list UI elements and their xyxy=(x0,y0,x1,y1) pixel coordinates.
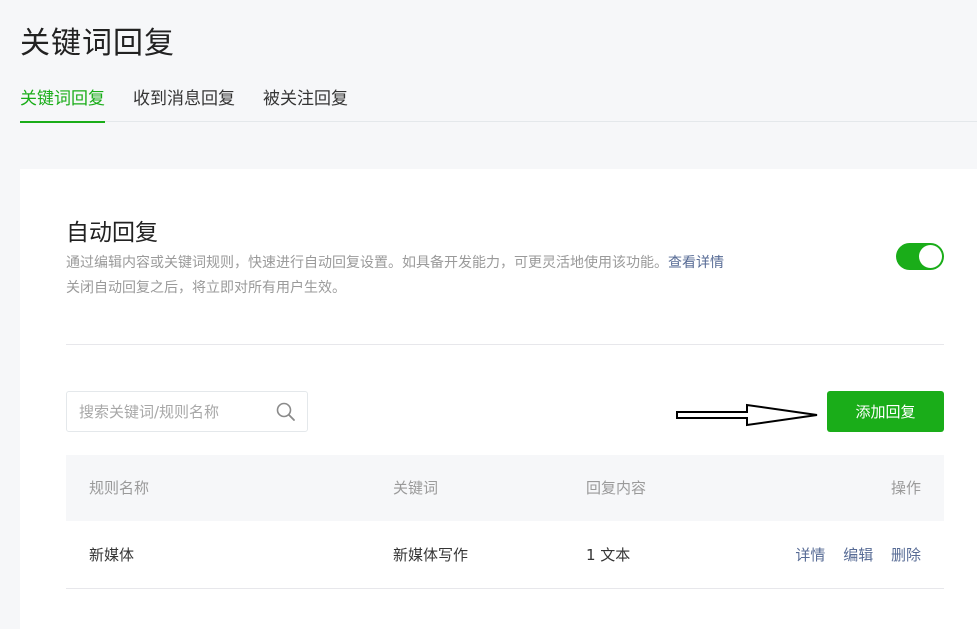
header-actions: 操作 xyxy=(890,479,921,497)
auto-reply-toggle[interactable] xyxy=(896,243,944,270)
table-header: 规则名称 关键词 回复内容 操作 xyxy=(66,455,944,521)
delete-link[interactable]: 删除 xyxy=(891,546,921,564)
content-card: 自动回复 通过编辑内容或关键词规则，快速进行自动回复设置。如具备开发能力，可更灵… xyxy=(20,169,977,629)
toggle-knob xyxy=(919,245,942,268)
tab-bar: 关键词回复 收到消息回复 被关注回复 xyxy=(20,84,977,123)
search-input[interactable] xyxy=(67,392,267,431)
rules-table: 规则名称 关键词 回复内容 操作 新媒体 新媒体写作 1 文本 详情 编辑 删除 xyxy=(66,455,944,589)
search-box xyxy=(66,391,308,432)
divider xyxy=(66,344,944,345)
cell-keyword: 新媒体写作 xyxy=(393,546,469,564)
cell-reply-content: 1 文本 xyxy=(586,546,631,564)
tab-keyword-reply[interactable]: 关键词回复 xyxy=(20,84,105,123)
table-row: 新媒体 新媒体写作 1 文本 详情 编辑 删除 xyxy=(66,521,944,589)
section-description: 通过编辑内容或关键词规则，快速进行自动回复设置。如具备开发能力，可更灵活地使用该… xyxy=(66,251,846,301)
header-keyword: 关键词 xyxy=(393,479,439,497)
search-icon[interactable] xyxy=(275,401,297,423)
page-title: 关键词回复 xyxy=(20,26,175,61)
cell-rule-name: 新媒体 xyxy=(89,546,135,564)
header-reply-content: 回复内容 xyxy=(586,479,647,497)
tab-follow-reply[interactable]: 被关注回复 xyxy=(263,84,348,122)
arrow-annotation-icon xyxy=(676,403,818,427)
description-note: 关闭自动回复之后，将立即对所有用户生效。 xyxy=(66,280,346,296)
details-link[interactable]: 详情 xyxy=(795,546,825,564)
tab-message-reply[interactable]: 收到消息回复 xyxy=(133,84,235,122)
add-reply-button[interactable]: 添加回复 xyxy=(827,391,944,432)
edit-link[interactable]: 编辑 xyxy=(843,546,873,564)
description-text: 通过编辑内容或关键词规则，快速进行自动回复设置。如具备开发能力，可更灵活地使用该… xyxy=(66,255,668,271)
view-details-link[interactable]: 查看详情 xyxy=(668,255,724,271)
section-title: 自动回复 xyxy=(66,220,158,246)
row-actions: 详情 编辑 删除 xyxy=(782,521,921,589)
header-rule-name: 规则名称 xyxy=(89,479,150,497)
